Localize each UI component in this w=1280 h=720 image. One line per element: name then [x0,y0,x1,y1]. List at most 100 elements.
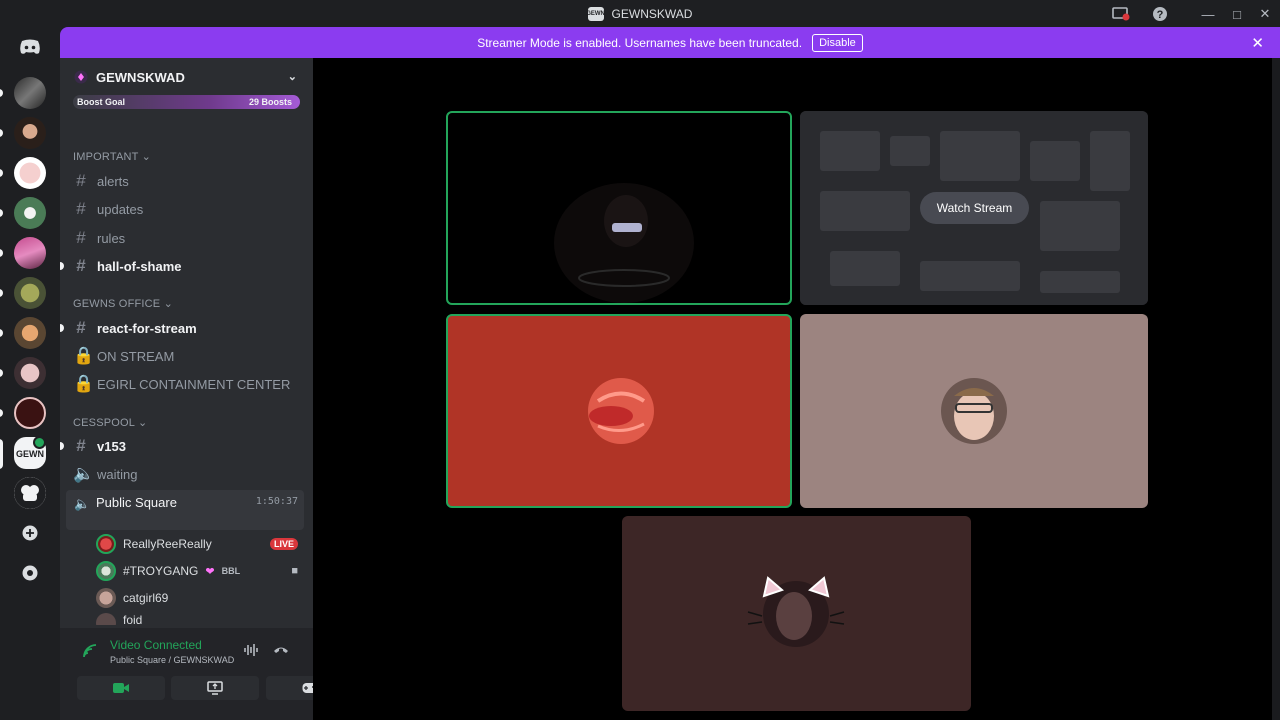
unread-pill [0,329,3,337]
webcam-feed-image [554,183,694,303]
voice-active-badge [33,436,46,449]
avatar-catgirl-image [747,576,845,647]
unread-pill [0,129,3,137]
streamer-mode-banner: Streamer Mode is enabled. Usernames have… [60,27,1280,58]
server-icon-3[interactable] [14,157,46,189]
connection-status[interactable]: Video Connected [110,638,202,652]
video-tile-reallyreereally[interactable] [446,314,792,508]
video-stage: Watch Stream [313,58,1280,720]
channel-v153[interactable]: # v153 [60,433,305,459]
voice-timer: 1:50:37 [255,496,298,507]
server-icon-7[interactable] [14,317,46,349]
speaker-icon: 🔈 [74,496,91,511]
server-logo-icon: GEWN [586,6,605,21]
svg-text:GEWN: GEWN [16,449,44,459]
boost-goal-label: Boost Goal [77,97,126,107]
unread-pill [0,209,3,217]
add-server-icon[interactable] [14,517,46,549]
noise-suppression-icon[interactable] [243,643,259,660]
lock-icon: 🔒 [73,374,95,393]
channel-hall-of-shame[interactable]: # hall-of-shame [60,253,305,279]
channel-on-stream[interactable]: 🔒 ON STREAM [73,343,305,369]
unread-pill [0,169,3,177]
unread-pill [60,324,64,332]
category-important[interactable]: IMPORTANT ⌄ [73,150,151,163]
chevron-down-icon[interactable]: ⌄ [288,70,297,83]
guild-header[interactable]: GEWNSKWAD ⌄ [60,58,313,96]
voice-channel-name: Public Square [96,495,177,510]
server-icon-1[interactable] [14,77,46,109]
hash-icon: # [76,256,86,275]
avatar-pepe-image [588,378,654,444]
channel-egirl-containment-center[interactable]: 🔒 EGIRL CONTAINMENT CENTER [73,371,305,397]
screen-share-button[interactable] [171,676,259,700]
banner-text: Streamer Mode is enabled. Usernames have… [477,35,803,50]
voice-user[interactable]: catgirl69 [96,586,298,610]
stage-scrollbar[interactable] [1272,58,1280,720]
category-cesspool[interactable]: CESSPOOL ⌄ [73,416,147,429]
channel-alerts[interactable]: # alerts [73,168,305,194]
speaker-icon: 🔈 [73,464,95,483]
server-icon-5[interactable] [14,237,46,269]
category-gewns-office[interactable]: GEWNS OFFICE ⌄ [73,297,173,310]
video-tile-webcam[interactable] [446,111,792,305]
voice-connection-panel: Video Connected Public Square / GEWNSKWA… [60,628,354,720]
help-icon[interactable]: ? [1150,4,1170,24]
window-close-icon[interactable]: ✕ [1255,4,1275,24]
window-title-text: GEWNSKWAD [611,6,693,21]
signal-icon[interactable] [82,643,98,662]
unread-pill [60,262,64,270]
discover-icon[interactable] [14,557,46,589]
close-icon[interactable]: ✕ [1251,34,1264,52]
hash-icon: # [76,171,86,190]
unread-pill [0,369,3,377]
server-rail: GEWN [0,27,60,720]
disable-button[interactable]: Disable [812,33,863,52]
video-tile-stream[interactable]: Watch Stream [800,111,1148,305]
server-icon-4[interactable] [14,197,46,229]
boost-goal-bar[interactable]: Boost Goal 29 Boosts [73,95,300,109]
minimize-icon[interactable]: — [1198,4,1218,24]
channel-rules[interactable]: # rules [73,225,305,251]
channel-react-for-stream[interactable]: # react-for-stream [60,315,305,341]
channel-updates[interactable]: # updates [73,196,305,222]
hash-icon: # [76,318,86,337]
avatar [96,613,116,625]
voice-channel-public-square[interactable]: 🔈 Public Square 1:50:37 [66,490,304,530]
avatar [96,561,116,581]
hash-icon: # [76,199,86,218]
avatar-user-image [941,378,1007,444]
video-tile-catgirl69[interactable] [800,314,1148,508]
watch-stream-button[interactable]: Watch Stream [920,192,1029,224]
channel-waiting[interactable]: 🔈 waiting [73,461,305,487]
channel-sidebar: GEWNSKWAD ⌄ Boost Goal 29 Boosts IMPORTA… [60,58,354,720]
unread-pill [0,289,3,297]
disconnect-icon[interactable] [273,643,289,660]
video-tile-foid[interactable] [622,516,971,711]
svg-text:?: ? [1157,9,1164,21]
voice-user[interactable]: ReallyReeReally LIVE [96,532,298,556]
avatar [96,588,116,608]
lock-icon: 🔒 [73,346,95,365]
selected-server-pill [0,439,3,469]
server-icon-8[interactable] [14,357,46,389]
unread-pill [0,89,3,97]
server-icon-10[interactable] [14,477,46,509]
screen-share-icon[interactable] [1111,4,1131,24]
discord-home-icon[interactable] [14,33,46,61]
server-icon-6[interactable] [14,277,46,309]
voice-user[interactable]: foid [96,613,298,625]
connection-location: Public Square / GEWNSKWAD [110,655,235,665]
unread-pill [0,409,3,417]
server-icon-9[interactable] [14,397,46,429]
hash-icon: # [76,436,86,455]
hash-icon: # [76,228,86,247]
camera-button[interactable] [77,676,165,700]
voice-user[interactable]: #TROYGANG ❤ BBL ■ [96,559,298,583]
maximize-icon[interactable]: □ [1227,4,1247,24]
video-camera-icon [113,683,129,693]
server-icon-2[interactable] [14,117,46,149]
unread-pill [60,442,64,450]
heart-icon: ❤ [205,565,215,578]
guild-name: GEWNSKWAD [96,69,185,85]
